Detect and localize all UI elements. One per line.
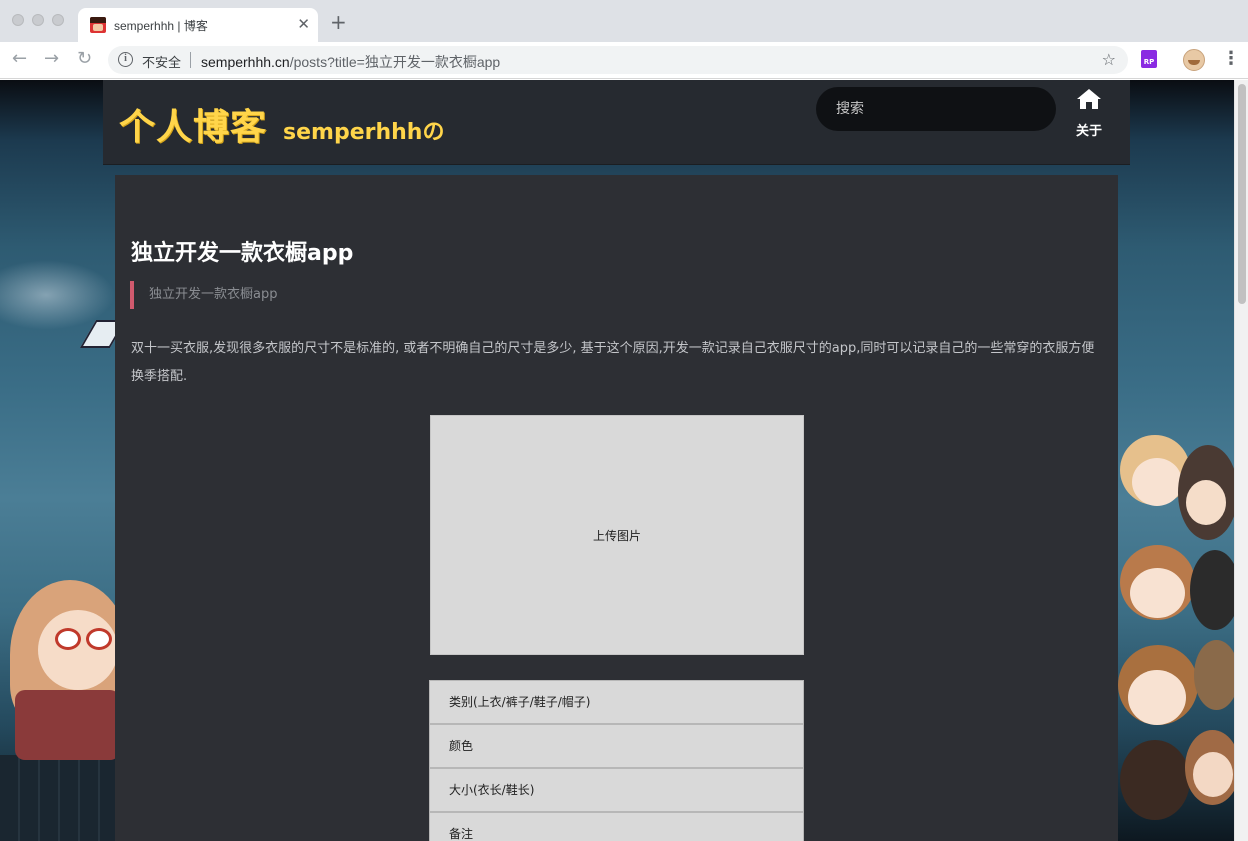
size-field[interactable]: 大小(衣长/鞋长) bbox=[429, 768, 804, 812]
omnibox-divider bbox=[190, 52, 191, 68]
nav-about-label: 关于 bbox=[1075, 124, 1102, 139]
post-summary-quote: 独立开发一款衣橱app bbox=[130, 281, 277, 309]
url-text[interactable]: semperhhh.cn/posts?title=独立开发一款衣橱app bbox=[201, 52, 500, 72]
background-roof bbox=[0, 755, 115, 841]
site-favicon-icon bbox=[90, 17, 106, 33]
post-body-text: 双十一买衣服,发现很多衣服的尺寸不是标准的, 或者不明确自己的尺寸是多少, 基于… bbox=[131, 341, 1095, 384]
site-logo-subtitle[interactable]: semperhhhの bbox=[283, 114, 444, 146]
upload-image-label: 上传图片 bbox=[592, 528, 641, 543]
reload-icon[interactable]: ↻ bbox=[77, 49, 92, 69]
tab-title: semperhhh | 博客 bbox=[114, 19, 208, 33]
back-arrow-icon[interactable]: ← bbox=[12, 49, 27, 69]
nav-about-link[interactable]: 关于 bbox=[1069, 88, 1109, 148]
window-close-dot[interactable] bbox=[12, 14, 24, 26]
color-field[interactable]: 颜色 bbox=[429, 724, 804, 768]
profile-avatar[interactable] bbox=[1183, 49, 1205, 71]
site-header: 个人博客 semperhhhの 关于 bbox=[103, 80, 1130, 165]
omnibox[interactable]: i 不安全 semperhhh.cn/posts?title=独立开发一款衣橱a… bbox=[108, 46, 1128, 74]
extension-rp-icon[interactable]: RP bbox=[1141, 50, 1157, 68]
page-scrollbar[interactable] bbox=[1234, 80, 1248, 841]
window-zoom-dot[interactable] bbox=[52, 14, 64, 26]
active-tab[interactable]: semperhhh | 博客 ✕ bbox=[78, 8, 318, 42]
toolbar: ← → ↻ i 不安全 semperhhh.cn/posts?title=独立开… bbox=[0, 42, 1248, 79]
site-logo-title[interactable]: 个人博客 bbox=[119, 98, 267, 150]
url-path: /posts?title=独立开发一款衣橱app bbox=[289, 54, 501, 70]
info-icon[interactable]: i bbox=[118, 52, 133, 67]
upload-image-button[interactable]: 上传图片 bbox=[430, 415, 804, 655]
notes-field[interactable]: 备注 bbox=[429, 812, 804, 841]
post-title: 独立开发一款衣橱app bbox=[131, 241, 354, 266]
tab-strip: semperhhh | 博客 ✕ + bbox=[0, 0, 1248, 42]
url-host: semperhhh.cn bbox=[201, 54, 290, 70]
menu-kebab-icon[interactable]: ⋮ bbox=[1222, 50, 1240, 68]
security-label[interactable]: 不安全 bbox=[142, 52, 181, 71]
post-article: 独立开发一款衣橱app 独立开发一款衣橱app 双十一买衣服,发现很多衣服的尺寸… bbox=[115, 175, 1118, 841]
bookmark-star-icon[interactable]: ☆ bbox=[1102, 50, 1116, 69]
window-minimize-dot[interactable] bbox=[32, 14, 44, 26]
close-tab-icon[interactable]: ✕ bbox=[297, 15, 310, 33]
page-viewport: 个人博客 semperhhhの 关于 独立开发一款衣橱app 独立开发一款衣橱a… bbox=[0, 80, 1234, 841]
scrollbar-thumb[interactable] bbox=[1238, 84, 1246, 304]
forward-arrow-icon[interactable]: → bbox=[44, 49, 59, 69]
search-input[interactable] bbox=[816, 87, 1056, 131]
category-field[interactable]: 类别(上衣/裤子/鞋子/帽子) bbox=[429, 680, 804, 724]
new-tab-button[interactable]: + bbox=[330, 12, 347, 32]
home-icon bbox=[1077, 89, 1101, 109]
